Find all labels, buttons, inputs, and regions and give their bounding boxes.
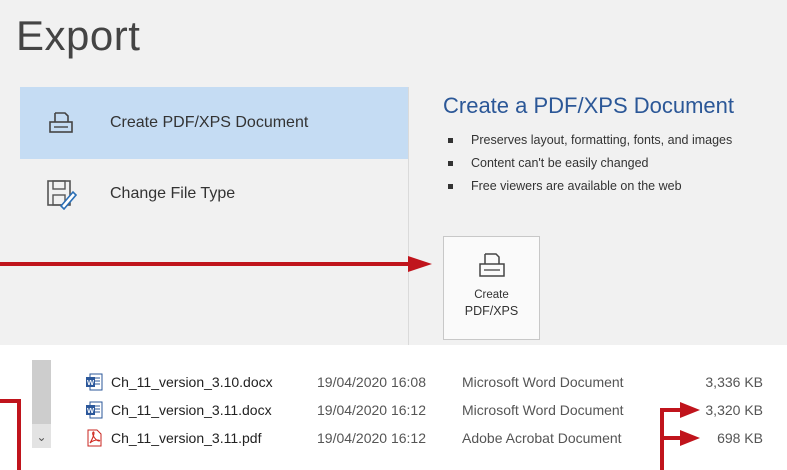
file-row[interactable]: W Ch_11_version_3.10.docx 19/04/2020 16:… — [85, 371, 775, 393]
file-size: 698 KB — [717, 430, 763, 446]
file-row[interactable]: Ch_11_version_3.11.pdf 19/04/2020 16:12 … — [85, 427, 775, 449]
bullet-icon — [448, 184, 453, 189]
list-item: Free viewers are available on the web — [444, 179, 732, 202]
file-size: 3,336 KB — [705, 374, 763, 390]
button-label: Create PDF/XPS — [464, 289, 519, 318]
file-name: Ch_11_version_3.11.docx — [111, 402, 272, 418]
bullet-icon — [448, 138, 453, 143]
create-pdf-xps-button[interactable]: Create PDF/XPS — [443, 236, 540, 340]
scrollbar[interactable]: ⌄ — [32, 360, 51, 448]
file-size: 3,320 KB — [705, 402, 763, 418]
svg-text:W: W — [87, 406, 95, 415]
option-label: Create PDF/XPS Document — [110, 114, 309, 131]
word-doc-icon: W — [85, 373, 103, 391]
bullet-icon — [448, 161, 453, 166]
option-change-file-type[interactable]: Change File Type — [20, 158, 408, 230]
divider — [408, 87, 409, 345]
file-date: 19/04/2020 16:08 — [317, 374, 426, 390]
file-name: Ch_11_version_3.11.pdf — [111, 430, 262, 446]
list-item: Content can't be easily changed — [444, 156, 732, 179]
file-name: Ch_11_version_3.10.docx — [111, 374, 273, 390]
page-title: Export — [16, 12, 141, 59]
section-heading: Create a PDF/XPS Document — [443, 93, 735, 118]
export-panel: Export Create PDF/XPS Document Change Fi… — [0, 0, 787, 345]
word-doc-icon: W — [85, 401, 103, 419]
feature-list: Preserves layout, formatting, fonts, and… — [444, 133, 732, 202]
change-file-type-icon — [42, 175, 80, 213]
option-create-pdf-xps[interactable]: Create PDF/XPS Document — [20, 87, 408, 159]
file-type: Adobe Acrobat Document — [462, 430, 622, 446]
file-list: ⌄ W Ch_11_version_3.10.docx 19/04/2020 1… — [0, 360, 787, 470]
svg-text:W: W — [87, 378, 95, 387]
file-date: 19/04/2020 16:12 — [317, 430, 426, 446]
file-row[interactable]: W Ch_11_version_3.11.docx 19/04/2020 16:… — [85, 399, 775, 421]
printer-document-icon — [42, 104, 80, 142]
pdf-create-icon — [477, 251, 507, 281]
chevron-down-icon[interactable]: ⌄ — [32, 426, 51, 448]
scrollbar-thumb[interactable] — [32, 360, 51, 424]
file-type: Microsoft Word Document — [462, 374, 624, 390]
file-type: Microsoft Word Document — [462, 402, 624, 418]
option-label: Change File Type — [110, 185, 236, 202]
list-item: Preserves layout, formatting, fonts, and… — [444, 133, 732, 156]
pdf-file-icon — [85, 429, 103, 447]
file-date: 19/04/2020 16:12 — [317, 402, 426, 418]
